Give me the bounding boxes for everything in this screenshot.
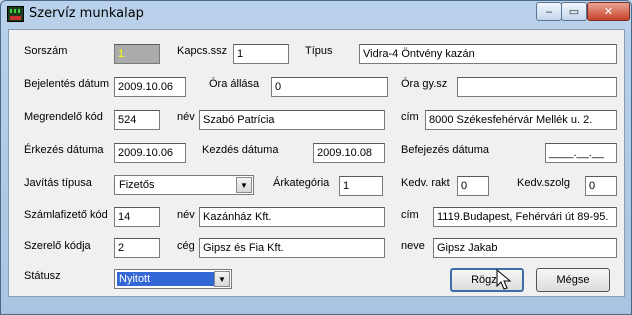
kedv-rakt-label: Kedv. rakt — [401, 177, 450, 189]
ora-allasa-label: Óra állása — [209, 78, 260, 90]
close-button[interactable]: ✕ — [587, 2, 630, 21]
ora-allasa-field[interactable]: 0 — [271, 77, 388, 97]
kedv-szolg-field[interactable]: 0 — [585, 176, 617, 196]
tipus-label: Típus — [305, 45, 333, 57]
szamlafizeto-nev-label: név — [177, 209, 195, 221]
szerelo-neve-field[interactable]: Gipsz Jakab — [433, 238, 617, 258]
megrendelo-kod-field[interactable]: 524 — [114, 110, 160, 130]
szerelo-kod-field[interactable]: 2 — [114, 238, 160, 258]
szerelo-neve-label: neve — [401, 240, 425, 252]
szamlafizeto-nev-field[interactable]: Kazánház Kft. — [199, 207, 385, 227]
statusz-value: Nyitott — [117, 272, 215, 286]
megrendelo-cim-field[interactable]: 8000 Székesfehérvár Mellék u. 2. — [425, 110, 617, 130]
szerelo-kod-label: Szerelő kódja — [24, 240, 91, 252]
szamlafizeto-cim-label: cím — [401, 209, 419, 221]
befejezes-label: Befejezés dátuma — [401, 144, 490, 156]
mouse-pointer-icon — [496, 269, 512, 290]
minimize-button[interactable]: ‒ — [536, 2, 562, 21]
szamlafizeto-kod-field[interactable]: 14 — [114, 207, 160, 227]
sorszam-label: Sorszám — [24, 45, 68, 57]
tipus-field[interactable]: Vidra-4 Öntvény kazán — [359, 44, 617, 64]
javitas-tipusa-value: Fizetős — [119, 179, 155, 191]
megrendelo-nev-field[interactable]: Szabó Patrícia — [199, 110, 385, 130]
bejelentes-label: Bejelentés dátum — [24, 78, 109, 90]
app-icon[interactable] — [7, 6, 24, 22]
rogzit-button[interactable]: Rögzít — [450, 268, 524, 292]
megrendelo-cim-label: cím — [401, 111, 419, 123]
arkategoria-label: Árkategória — [273, 177, 330, 189]
chevron-down-icon[interactable]: ▼ — [214, 271, 230, 287]
szerelo-ceg-field[interactable]: Gipsz és Fia Kft. — [199, 238, 385, 258]
service-worksheet-window: Szervíz munkalap ‒ ▭ ✕ Sorszám 1 Kapcs.s… — [0, 0, 632, 315]
befejezes-field[interactable]: ____.__.__ — [545, 143, 617, 163]
ora-gysz-field[interactable] — [457, 77, 617, 97]
kedv-szolg-label: Kedv.szolg — [517, 177, 570, 189]
szamlafizeto-cim-field[interactable]: 1119.Budapest, Fehérvári út 89-95. — [433, 207, 617, 227]
erkezes-label: Érkezés dátuma — [24, 144, 104, 156]
maximize-button[interactable]: ▭ — [561, 2, 587, 21]
statusz-label: Státusz — [24, 270, 61, 282]
megrendelo-nev-label: név — [177, 111, 195, 123]
bejelentes-field[interactable]: 2009.10.06 — [114, 77, 186, 97]
megse-button[interactable]: Mégse — [536, 268, 610, 292]
kezdes-label: Kezdés dátuma — [202, 144, 279, 156]
javitas-tipusa-label: Javítás típusa — [24, 177, 92, 189]
title-bar[interactable]: Szervíz munkalap ‒ ▭ ✕ — [1, 1, 631, 27]
kezdes-field[interactable]: 2009.10.08 — [313, 143, 385, 163]
form-panel: Sorszám 1 Kapcs.ssz 1 Típus Vidra-4 Öntv… — [8, 29, 625, 297]
kedv-rakt-field[interactable]: 0 — [457, 176, 489, 196]
kapcs-ssz-label: Kapcs.ssz — [177, 45, 228, 57]
megrendelo-kod-label: Megrendelő kód — [24, 111, 103, 123]
window-title: Szervíz munkalap — [29, 6, 144, 21]
erkezes-field[interactable]: 2009.10.06 — [114, 143, 186, 163]
sorszam-field: 1 — [114, 44, 160, 64]
arkategoria-field[interactable]: 1 — [339, 176, 383, 196]
szerelo-ceg-label: cég — [177, 240, 195, 252]
javitas-tipusa-select[interactable]: Fizetős ▼ — [114, 175, 254, 195]
statusz-select[interactable]: Nyitott ▼ — [114, 269, 232, 289]
chevron-down-icon[interactable]: ▼ — [236, 177, 252, 193]
kapcs-ssz-field[interactable]: 1 — [233, 44, 289, 64]
szamlafizeto-kod-label: Számlafizető kód — [24, 209, 108, 221]
ora-gysz-label: Óra gy.sz — [401, 78, 448, 90]
